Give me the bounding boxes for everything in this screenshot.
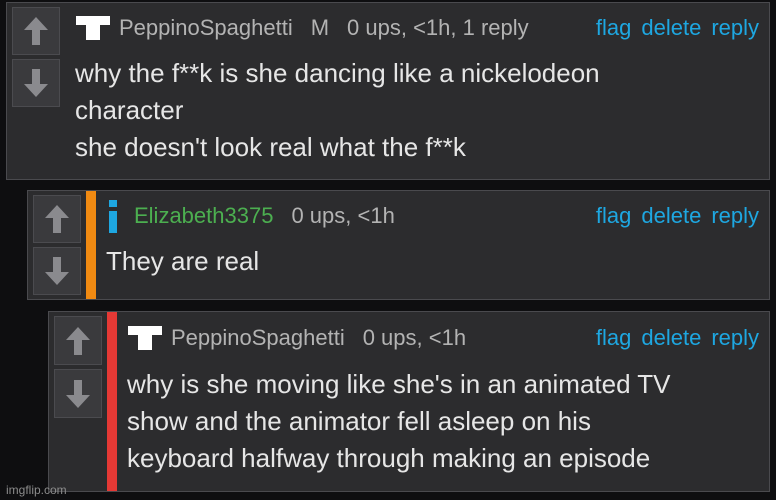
- comment-header: Elizabeth3375 0 ups, <1h flag delete rep…: [106, 191, 759, 241]
- downvote-button[interactable]: [12, 59, 60, 107]
- downvote-icon: [66, 379, 90, 408]
- comment-header: PeppinoSpaghetti M 0 ups, <1h, 1 reply f…: [75, 3, 759, 53]
- downvote-button[interactable]: [54, 369, 102, 418]
- comment-body: PeppinoSpaghetti 0 ups, <1h flag delete …: [117, 312, 769, 491]
- comment-stats: 0 ups, <1h: [362, 325, 467, 350]
- vote-column: [49, 312, 107, 422]
- upvote-icon: [66, 326, 90, 355]
- comment-text: why is she moving like she's in an anima…: [127, 369, 671, 473]
- delete-link[interactable]: delete: [641, 203, 701, 229]
- flag-link[interactable]: flag: [596, 15, 631, 41]
- user-avatar-icon[interactable]: [75, 15, 111, 41]
- comment-body: Elizabeth3375 0 ups, <1h flag delete rep…: [96, 191, 769, 299]
- reply-link[interactable]: reply: [711, 325, 759, 351]
- comment-actions: flag delete reply: [596, 325, 759, 351]
- username[interactable]: PeppinoSpaghetti: [119, 15, 293, 41]
- reply-stripe: [107, 312, 117, 491]
- delete-link[interactable]: delete: [641, 15, 701, 41]
- flag-link[interactable]: flag: [596, 325, 631, 351]
- user-avatar-icon[interactable]: [127, 325, 163, 351]
- mod-badge: M: [310, 15, 330, 40]
- vote-column: [7, 3, 65, 111]
- comment-text: They are real: [106, 246, 260, 276]
- comment-2: Elizabeth3375 0 ups, <1h flag delete rep…: [27, 190, 770, 300]
- comment-1: PeppinoSpaghetti M 0 ups, <1h, 1 reply f…: [6, 2, 770, 180]
- username[interactable]: Elizabeth3375: [134, 203, 273, 229]
- downvote-icon: [45, 257, 69, 285]
- comment-actions: flag delete reply: [596, 15, 759, 41]
- flag-link[interactable]: flag: [596, 203, 631, 229]
- reply-link[interactable]: reply: [711, 203, 759, 229]
- comment-3: PeppinoSpaghetti 0 ups, <1h flag delete …: [48, 311, 770, 492]
- upvote-icon: [24, 17, 48, 45]
- comment-header: PeppinoSpaghetti 0 ups, <1h flag delete …: [127, 312, 759, 364]
- downvote-button[interactable]: [33, 247, 81, 295]
- upvote-button[interactable]: [12, 7, 60, 55]
- upvote-button[interactable]: [33, 195, 81, 243]
- comment-text: why the f**k is she dancing like a nicke…: [75, 58, 600, 162]
- upvote-button[interactable]: [54, 316, 102, 365]
- info-icon[interactable]: [106, 198, 120, 234]
- comment-actions: flag delete reply: [596, 203, 759, 229]
- delete-link[interactable]: delete: [641, 325, 701, 351]
- upvote-icon: [45, 205, 69, 233]
- reply-stripe: [86, 191, 96, 299]
- username[interactable]: PeppinoSpaghetti: [171, 325, 345, 351]
- downvote-icon: [24, 69, 48, 97]
- comment-body: PeppinoSpaghetti M 0 ups, <1h, 1 reply f…: [65, 3, 769, 179]
- comment-stats: 0 ups, <1h: [291, 203, 395, 228]
- reply-link[interactable]: reply: [711, 15, 759, 41]
- vote-column: [28, 191, 86, 299]
- imgflip-watermark: imgflip.com: [6, 483, 67, 497]
- comment-stats: 0 ups, <1h, 1 reply: [347, 15, 529, 40]
